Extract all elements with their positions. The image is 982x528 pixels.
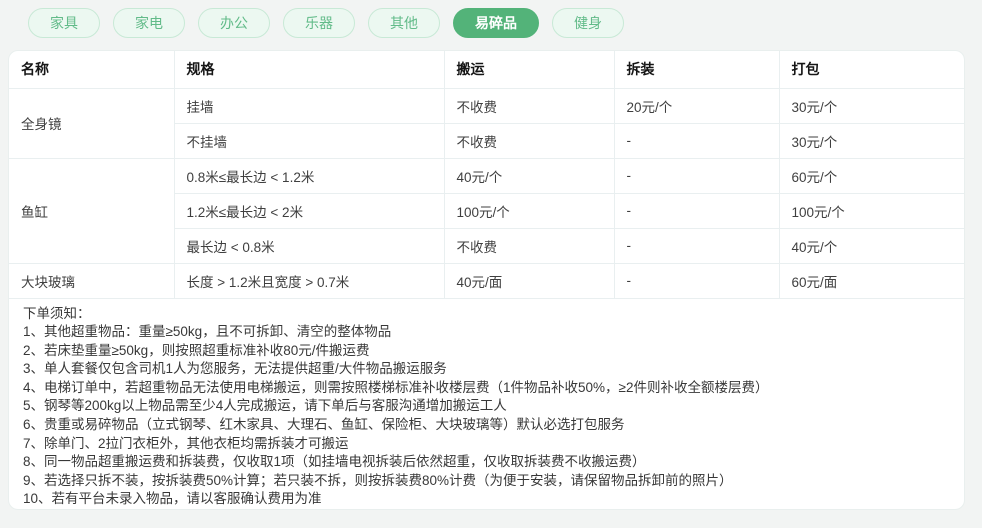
tab-易碎品-active[interactable]: 易碎品 — [453, 8, 539, 38]
table-row: 大块玻璃 长度 > 1.2米且宽度 > 0.7米 40元/面 -60元/面 — [9, 263, 964, 299]
column-header: 拆装 — [614, 51, 780, 89]
note-line: 10、若有平台未录入物品，请以客服确认费用为准 — [23, 491, 322, 507]
table-row: 鱼缸 0.8米≤最长边 < 1.2米 40元/个 -60元/个 — [9, 158, 964, 264]
category-tabs: 家具 家电 办公 乐器 其他 易碎品 健身 — [28, 8, 624, 38]
pricing-table: 名称 规格 搬运 拆装 打包 全身镜 挂墙 不收费 20元/个 30元/个 不挂墙 不收费 -30元/… — [9, 51, 964, 299]
note-line: 8、同一物品超重搬运费和拆装费，仅收取1项（如挂墙电视拆装后依然超重，仅收取拆装… — [23, 454, 646, 470]
note-line: 7、除单门、2拉门衣柜外，其他衣柜均需拆装才可搬运 — [23, 435, 349, 451]
pack-cell: 30元/个 — [779, 88, 964, 124]
move-cell: 40元/个 — [444, 158, 615, 194]
move-cell: 40元/面 — [444, 263, 615, 299]
move-cell: 不收费 — [444, 88, 615, 124]
disassembly-cell: - — [614, 158, 780, 194]
note-line: 9、若选择只拆不装，按拆装费50%计算；若只装不拆，则按拆装费80%计费（为便于… — [23, 472, 733, 488]
pack-cell: 100元/个 — [779, 193, 964, 229]
disassembly-cell: 20元/个 — [614, 88, 780, 124]
column-header: 打包 — [779, 51, 964, 89]
pack-cell: 60元/面 — [779, 263, 964, 299]
tab-家具[interactable]: 家具 — [28, 8, 100, 38]
column-header: 名称 — [9, 51, 175, 89]
pricing-card: 名称 规格 搬运 拆装 打包 全身镜 挂墙 不收费 20元/个 30元/个 不挂墙 不收费 -30元/… — [8, 50, 965, 510]
note-line: 6、贵重或易碎物品（立式钢琴、红木家具、大理石、鱼缸、保险柜、大块玻璃等）默认必… — [23, 417, 625, 433]
note-line: 1、其他超重物品：重量≥50kg，且不可拆卸、清空的整体物品 — [23, 324, 392, 340]
notes-title: 下单须知： — [23, 305, 91, 321]
move-cell: 不收费 — [444, 123, 615, 159]
order-notes: 下单须知： 1、其他超重物品：重量≥50kg，且不可拆卸、清空的整体物品 2、若床… — [9, 299, 964, 510]
table-row: 全身镜 挂墙 不收费 20元/个 30元/个 — [9, 88, 964, 159]
spec-cell: 长度 > 1.2米且宽度 > 0.7米 — [174, 263, 445, 299]
tab-家电[interactable]: 家电 — [113, 8, 185, 38]
note-line: 3、单人套餐仅包含司机1人为您服务，无法提供超重/大件物品搬运服务 — [23, 361, 447, 377]
item-name-cell: 大块玻璃 — [9, 263, 175, 299]
pack-cell: 60元/个 — [779, 158, 964, 194]
item-name-cell: 全身镜 — [9, 88, 175, 159]
column-header: 搬运 — [444, 51, 615, 89]
tab-健身[interactable]: 健身 — [552, 8, 624, 38]
disassembly-cell: - — [614, 193, 780, 229]
disassembly-cell: - — [614, 228, 780, 264]
pack-cell: 30元/个 — [779, 123, 964, 159]
item-name-cell: 鱼缸 — [9, 158, 175, 264]
pack-cell: 40元/个 — [779, 228, 964, 264]
notes-list: 1、其他超重物品：重量≥50kg，且不可拆卸、清空的整体物品 2、若床垫重量≥50… — [23, 323, 950, 509]
tab-乐器[interactable]: 乐器 — [283, 8, 355, 38]
move-cell: 100元/个 — [444, 193, 615, 229]
tab-其他[interactable]: 其他 — [368, 8, 440, 38]
spec-cell: 最长边 < 0.8米 — [174, 228, 445, 264]
column-header: 规格 — [174, 51, 445, 89]
disassembly-cell: - — [614, 123, 780, 159]
table-header-row: 名称 规格 搬运 拆装 打包 — [9, 51, 964, 89]
spec-cell: 不挂墙 — [174, 123, 445, 159]
move-cell: 不收费 — [444, 228, 615, 264]
note-line: 2、若床垫重量≥50kg，则按照超重标准补收80元/件搬运费 — [23, 342, 370, 358]
tab-办公[interactable]: 办公 — [198, 8, 270, 38]
note-line: 4、电梯订单中，若超重物品无法使用电梯搬运，则需按照楼梯标准补收楼层费（1件物品… — [23, 379, 769, 395]
spec-cell: 挂墙 — [174, 88, 445, 124]
spec-cell: 0.8米≤最长边 < 1.2米 — [174, 158, 445, 194]
spec-cell: 1.2米≤最长边 < 2米 — [174, 193, 445, 229]
note-line: 5、钢琴等200kg以上物品需至少4人完成搬运，请下单后与客服沟通增加搬运工人 — [23, 398, 507, 414]
disassembly-cell: - — [614, 263, 780, 299]
